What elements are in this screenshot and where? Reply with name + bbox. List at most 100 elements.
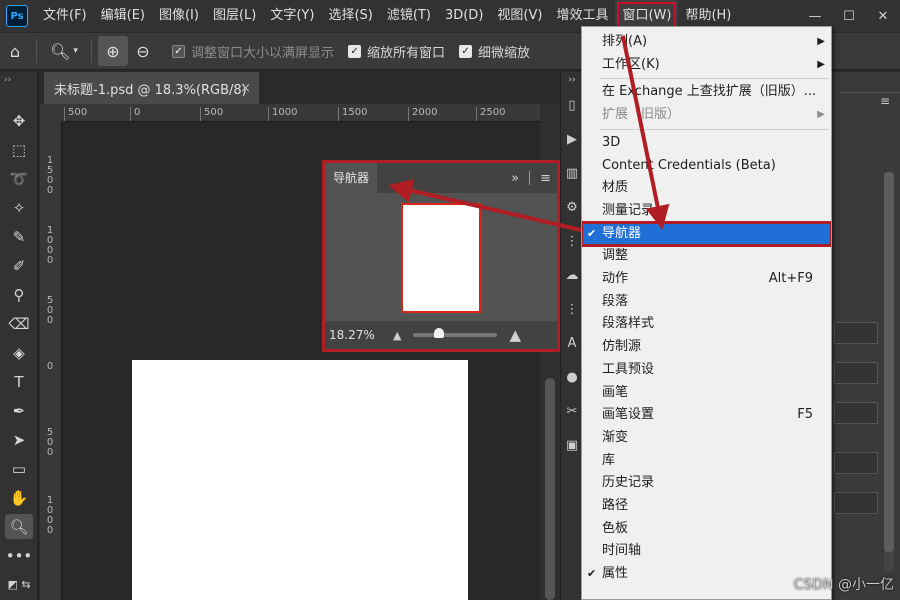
more-tools-icon[interactable]: ••• xyxy=(0,541,38,570)
lasso-tool-icon[interactable]: ➰ xyxy=(0,164,38,193)
brush-tool-icon[interactable]: ✐ xyxy=(0,251,38,280)
move-tool-icon[interactable]: ✥ xyxy=(0,106,38,135)
home-icon[interactable]: ⌂ xyxy=(0,36,30,66)
panel-field[interactable] xyxy=(834,402,878,424)
horizontal-ruler[interactable]: 500 0 500 1000 1500 2000 2500 xyxy=(62,104,540,122)
navigator-tab[interactable]: 导航器 xyxy=(325,163,378,193)
menu-item-7[interactable]: 3D(D) xyxy=(438,0,490,32)
menu-item-0[interactable]: 文件(F) xyxy=(36,0,94,32)
panel-icon[interactable]: ☁ xyxy=(561,258,583,292)
window-menu-item-13[interactable]: 段落 xyxy=(582,291,831,313)
divider xyxy=(840,92,900,93)
window-menu-item-10[interactable]: ✔ 导航器 xyxy=(582,220,831,247)
pen-tool-icon[interactable]: ✒ xyxy=(0,396,38,425)
eyedropper-tool-icon[interactable]: ✎ xyxy=(0,222,38,251)
type-tool-icon[interactable]: T xyxy=(0,367,38,396)
close-button[interactable]: ✕ xyxy=(866,0,900,32)
color-swap-icon[interactable]: ◩ ⇆ xyxy=(0,570,38,599)
window-menu-item-8[interactable]: 材质 xyxy=(582,177,831,199)
marquee-tool-icon[interactable]: ⬚ xyxy=(0,135,38,164)
zoom-tool-preset-icon[interactable]: 🔍︎ ▾ xyxy=(43,36,85,66)
window-menu-item-7[interactable]: Content Credentials (Beta) xyxy=(582,155,831,177)
panel-icon[interactable]: ● xyxy=(561,360,583,394)
menu-item-1[interactable]: 编辑(E) xyxy=(94,0,152,32)
submenu-arrow-icon: ▶ xyxy=(817,109,825,121)
window-menu-item-24[interactable]: 时间轴 xyxy=(582,540,831,562)
document-tab[interactable]: 未标题-1.psd @ 18.3%(RGB/8) × xyxy=(44,72,259,104)
panel-field[interactable] xyxy=(834,322,878,344)
window-menu-item-14[interactable]: 段落样式 xyxy=(582,313,831,335)
expand-icon[interactable]: » xyxy=(511,171,519,186)
zoom-in-icon[interactable]: ⊕ xyxy=(98,36,128,66)
menu-item-label: 工具预设 xyxy=(602,361,655,377)
panel-icon[interactable]: ▶ xyxy=(561,122,583,156)
clone-stamp-tool-icon[interactable]: ⚲ xyxy=(0,280,38,309)
magic-wand-tool-icon[interactable]: ✧ xyxy=(0,193,38,222)
zoom-slider-thumb[interactable] xyxy=(433,328,444,338)
window-menu-item-23[interactable]: 色板 xyxy=(582,518,831,540)
panel-icon[interactable]: ✂ xyxy=(561,394,583,428)
scrollbar-thumb[interactable] xyxy=(884,172,894,552)
ruler-corner xyxy=(40,104,62,122)
scrubby-zoom-checkbox[interactable]: ✓ 细微缩放 xyxy=(459,42,530,61)
zoom-all-checkbox[interactable]: ✓ 缩放所有窗口 xyxy=(348,42,445,61)
panel-menu-icon[interactable]: ≡ xyxy=(540,171,551,186)
menu-item-6[interactable]: 滤镜(T) xyxy=(380,0,438,32)
panel-icon[interactable]: ▥ xyxy=(561,156,583,190)
vertical-ruler[interactable]: 1500 1000 500 0 500 1000 xyxy=(40,122,62,600)
menu-item-2[interactable]: 图像(I) xyxy=(152,0,206,32)
window-menu-item-22[interactable]: 路径 xyxy=(582,495,831,517)
window-menu-item-18[interactable]: 画笔设置 F5 xyxy=(582,404,831,426)
maximize-button[interactable]: ☐ xyxy=(832,0,866,32)
zoom-in-mountain-icon[interactable]: ▲ xyxy=(509,326,521,344)
menu-item-label: 扩展（旧版） xyxy=(602,107,681,123)
collapse-chevrons-icon[interactable]: ›› xyxy=(0,72,38,88)
paint-bucket-tool-icon[interactable]: ◈ xyxy=(0,338,38,367)
panel-field[interactable] xyxy=(834,452,878,474)
fit-window-checkbox[interactable]: ✓ 调整窗口大小以满屏显示 xyxy=(172,42,334,61)
scrollbar-thumb[interactable] xyxy=(545,378,555,600)
zoom-slider[interactable] xyxy=(413,328,498,338)
window-menu-item-3[interactable]: 在 Exchange 上查找扩展（旧版）... xyxy=(582,81,831,103)
panel-field[interactable] xyxy=(834,492,878,514)
window-menu-item-19[interactable]: 渐变 xyxy=(582,427,831,449)
menu-item-8[interactable]: 视图(V) xyxy=(490,0,549,32)
panel-menu-icon[interactable]: ≡ xyxy=(880,94,890,108)
menu-item-3[interactable]: 图层(L) xyxy=(206,0,263,32)
panel-icon[interactable]: A xyxy=(561,326,583,360)
window-menu-item-12[interactable]: 动作 Alt+F9 xyxy=(582,268,831,290)
eraser-tool-icon[interactable]: ⌫ xyxy=(0,309,38,338)
collapse-chevrons-icon[interactable]: ›› xyxy=(561,72,583,88)
window-menu-item-21[interactable]: 历史记录 xyxy=(582,472,831,494)
panel-field[interactable] xyxy=(834,362,878,384)
panel-icon[interactable]: ⋮ xyxy=(561,224,583,258)
ruler-tick-label: 1000 xyxy=(46,495,54,536)
panel-icon[interactable]: ▯ xyxy=(561,88,583,122)
window-menu-item-1[interactable]: 工作区(K) ▶ xyxy=(582,54,831,76)
close-tab-icon[interactable]: × xyxy=(240,81,251,96)
zoom-out-icon[interactable]: ⊖ xyxy=(128,36,158,66)
window-menu-item-6[interactable]: 3D xyxy=(582,132,831,154)
navigator-preview[interactable] xyxy=(401,203,481,313)
path-selection-tool-icon[interactable]: ➤ xyxy=(0,425,38,454)
window-menu-item-20[interactable]: 库 xyxy=(582,450,831,472)
window-menu-item-9[interactable]: 测量记录 xyxy=(582,200,831,222)
window-menu-item-16[interactable]: 工具预设 xyxy=(582,359,831,381)
zoom-tool-icon[interactable]: 🔍︎ xyxy=(0,512,38,541)
window-menu-item-17[interactable]: 画笔 xyxy=(582,382,831,404)
navigator-zoom-value[interactable]: 18.27% xyxy=(325,328,393,342)
panel-icon[interactable]: ⚙ xyxy=(561,190,583,224)
zoom-out-mountain-icon[interactable]: ▲ xyxy=(393,329,401,342)
menu-item-4[interactable]: 文字(Y) xyxy=(263,0,321,32)
window-menu-item-15[interactable]: 仿制源 xyxy=(582,336,831,358)
document-canvas[interactable] xyxy=(132,360,468,600)
checkmark-icon: ✔ xyxy=(587,226,597,240)
rectangle-tool-icon[interactable]: ▭ xyxy=(0,454,38,483)
hand-tool-icon[interactable]: ✋ xyxy=(0,483,38,512)
panel-icon[interactable]: ▣ xyxy=(561,428,583,462)
window-menu-item-0[interactable]: 排列(A) ▶ xyxy=(582,31,831,53)
menu-item-5[interactable]: 选择(S) xyxy=(321,0,379,32)
window-menu-item-11[interactable]: 调整 xyxy=(582,245,831,267)
checkbox-box: ✓ xyxy=(348,44,362,58)
panel-icon[interactable]: ⋮ xyxy=(561,292,583,326)
